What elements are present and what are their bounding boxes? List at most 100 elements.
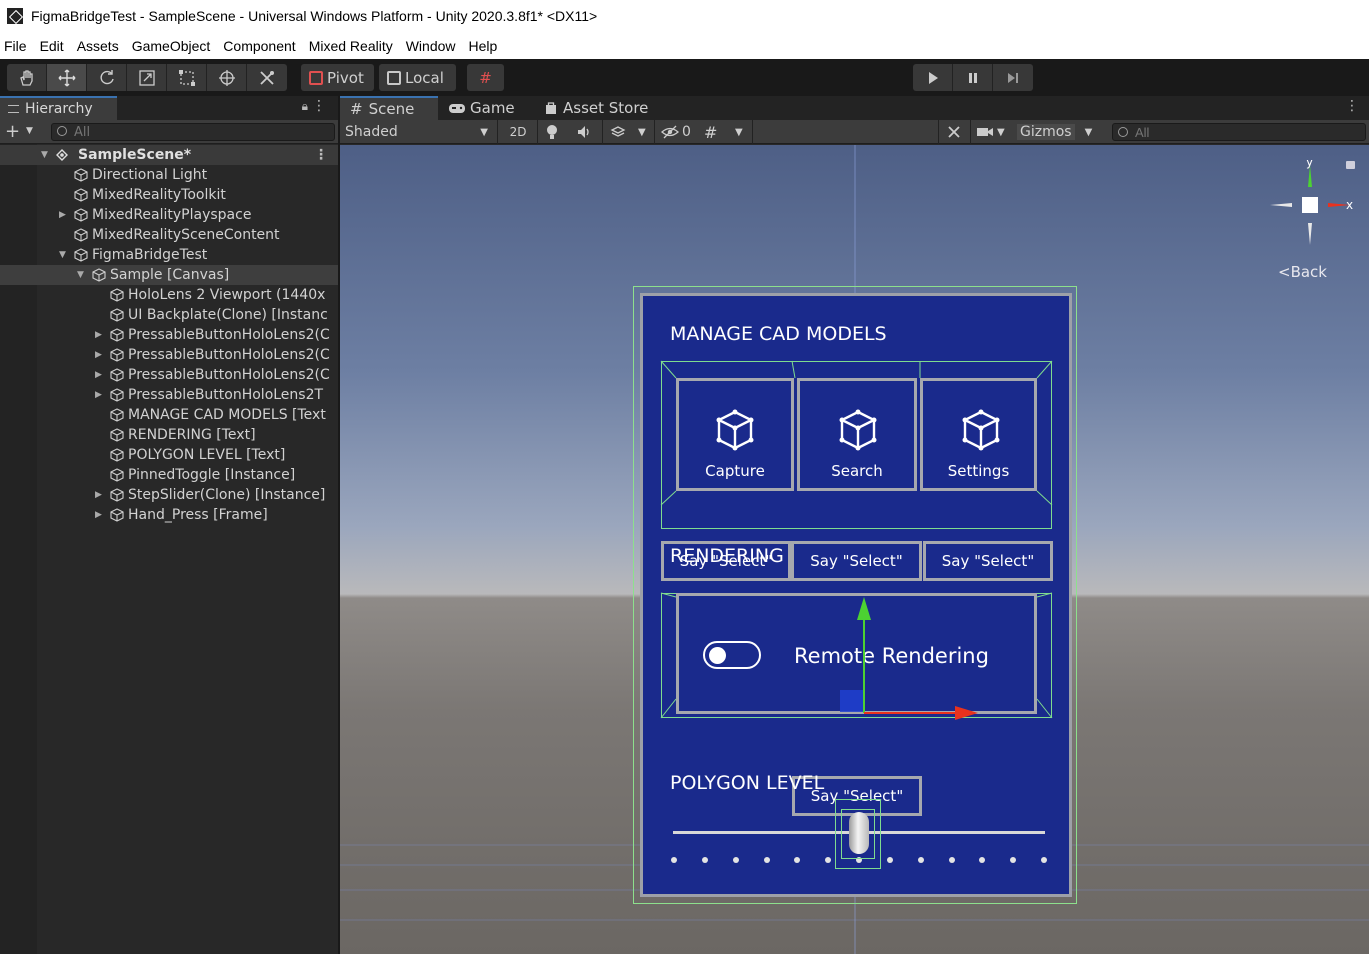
gizmo-neg-y-axis[interactable]	[1308, 223, 1312, 245]
toggle-2d-button[interactable]: 2D	[506, 122, 530, 142]
toggle-switch[interactable]	[703, 641, 761, 669]
hierarchy-item[interactable]: MixedRealityToolkit	[0, 185, 338, 205]
draw-mode-dropdown[interactable]: Shaded ▼	[345, 122, 490, 142]
tab-hierarchy[interactable]: Hierarchy	[0, 96, 117, 120]
hierarchy-search-input[interactable]	[51, 123, 335, 141]
hierarchy-item-label: MixedRealitySceneContent	[92, 227, 280, 243]
effects-dropdown[interactable]: ▼	[638, 122, 650, 142]
hierarchy-item[interactable]: Directional Light	[0, 165, 338, 185]
collapse-arrow-icon[interactable]: ▶	[95, 385, 102, 405]
expand-arrow-icon[interactable]: ▼	[77, 265, 84, 285]
menu-component[interactable]: Component	[223, 38, 295, 54]
scene-root-row[interactable]: ▼ SampleScene* ⋮	[0, 145, 338, 165]
menu-mixed-reality[interactable]: Mixed Reality	[309, 38, 393, 54]
settings-button[interactable]: Settings	[920, 378, 1037, 491]
hierarchy-item[interactable]: MANAGE CAD MODELS [Text	[0, 405, 338, 425]
expand-arrow-icon[interactable]: ▼	[59, 245, 66, 265]
hierarchy-item[interactable]: ▶ StepSlider(Clone) [Instance]	[0, 485, 338, 505]
search-icon	[1118, 127, 1128, 137]
menu-gameobject[interactable]: GameObject	[132, 38, 211, 54]
view-direction-label[interactable]: <Back	[1278, 263, 1327, 281]
hierarchy-item[interactable]: RENDERING [Text]	[0, 425, 338, 445]
hierarchy-item[interactable]: ▼ FigmaBridgeTest	[0, 245, 338, 265]
tab-scene[interactable]: # Scene	[340, 96, 438, 120]
hierarchy-item-label: Directional Light	[92, 167, 208, 183]
step-button[interactable]	[993, 64, 1033, 91]
gizmo-center[interactable]	[1302, 197, 1318, 213]
voice-hint-search: Say "Select"	[791, 541, 922, 581]
gamepad-icon	[449, 104, 465, 113]
tab-asset-store[interactable]: Asset Store	[534, 96, 664, 120]
capture-button[interactable]: Capture	[676, 378, 794, 491]
hierarchy-item-label: Sample [Canvas]	[110, 267, 230, 283]
hierarchy-item[interactable]: PinnedToggle [Instance]	[0, 465, 338, 485]
collapse-arrow-icon[interactable]: ▶	[95, 505, 102, 525]
hierarchy-item[interactable]: MixedRealitySceneContent	[0, 225, 338, 245]
hierarchy-item[interactable]: UI Backplate(Clone) [Instanc	[0, 305, 338, 325]
tab-game[interactable]: Game	[438, 96, 534, 120]
hierarchy-item[interactable]: ▶ MixedRealityPlayspace	[0, 205, 338, 225]
hierarchy-item[interactable]: ▼ Sample [Canvas]	[0, 265, 338, 285]
local-toggle[interactable]: Local	[379, 64, 456, 91]
play-button[interactable]	[913, 64, 953, 91]
window-title-bar: FigmaBridgeTest - SampleScene - Universa…	[0, 0, 1369, 32]
hand-tool-button[interactable]	[7, 64, 47, 91]
menu-window[interactable]: Window	[406, 38, 456, 54]
pause-button[interactable]	[953, 64, 993, 91]
menu-help[interactable]: Help	[469, 38, 498, 54]
audio-toggle[interactable]	[576, 122, 596, 142]
hierarchy-item[interactable]: ▶ PressableButtonHoloLens2(C	[0, 345, 338, 365]
expand-arrow-icon[interactable]: ▼	[41, 145, 48, 165]
gizmos-dropdown[interactable]: Gizmos ▼	[1017, 122, 1107, 142]
kebab-menu-icon[interactable]: ⋮	[312, 98, 326, 114]
search-button[interactable]: Search	[797, 378, 917, 491]
rotate-icon	[100, 69, 114, 84]
hierarchy-item[interactable]: ▶ PressableButtonHoloLens2(C	[0, 325, 338, 345]
gizmo-neg-x-axis[interactable]	[1270, 203, 1292, 207]
rotate-tool-button[interactable]	[87, 64, 127, 91]
scene-kebab-menu-icon[interactable]: ⋮	[1345, 98, 1359, 114]
scene-viewport[interactable]: y x <Back MANAGE CAD MODELS Capture Sear…	[340, 145, 1369, 954]
slider-thumb[interactable]	[849, 812, 869, 854]
pivot-toggle[interactable]: Pivot	[301, 64, 374, 91]
rect-tool-button[interactable]	[167, 64, 207, 91]
transform-tool-button[interactable]	[207, 64, 247, 91]
gameobject-cube-icon	[110, 428, 124, 442]
hierarchy-item[interactable]: ▶ PressableButtonHoloLens2(C	[0, 365, 338, 385]
chevron-down-icon[interactable]: ▼	[26, 126, 33, 136]
hierarchy-item[interactable]: HoloLens 2 Viewport (1440x	[0, 285, 338, 305]
collapse-arrow-icon[interactable]: ▶	[95, 345, 102, 365]
tools-toggle[interactable]	[946, 122, 966, 142]
gameobject-cube-icon	[110, 328, 124, 342]
orientation-gizmo[interactable]: y x	[1265, 160, 1355, 250]
grid-dropdown[interactable]: ▼	[735, 122, 747, 142]
collapse-arrow-icon[interactable]: ▶	[95, 485, 102, 505]
hierarchy-item[interactable]: ▶ PressableButtonHoloLens2T	[0, 385, 338, 405]
grid-toggle[interactable]: #	[704, 122, 724, 142]
collapse-arrow-icon[interactable]: ▶	[95, 365, 102, 385]
remote-rendering-toggle-button[interactable]: Remote Rendering	[676, 593, 1037, 714]
menu-assets[interactable]: Assets	[77, 38, 119, 54]
hierarchy-item[interactable]: POLYGON LEVEL [Text]	[0, 445, 338, 465]
menu-file[interactable]: File	[4, 38, 27, 54]
create-plus-icon[interactable]: +	[5, 121, 20, 142]
lighting-toggle[interactable]	[545, 122, 565, 142]
custom-tool-button[interactable]	[247, 64, 287, 91]
collapse-arrow-icon[interactable]: ▶	[59, 205, 66, 225]
move-tool-button[interactable]	[47, 64, 87, 91]
lock-icon[interactable]: 🔒︎	[302, 99, 308, 114]
hierarchy-item[interactable]: ▶ Hand_Press [Frame]	[0, 505, 338, 525]
window-title: FigmaBridgeTest - SampleScene - Universa…	[31, 8, 598, 24]
scene-search-input[interactable]	[1112, 123, 1366, 141]
scene-visibility-toggle[interactable]: 0	[661, 122, 695, 142]
collapse-arrow-icon[interactable]: ▶	[95, 325, 102, 345]
grid-snap-button[interactable]: #	[467, 64, 504, 91]
scene-kebab-icon[interactable]: ⋮	[314, 145, 328, 165]
scale-tool-button[interactable]	[127, 64, 167, 91]
menu-edit[interactable]: Edit	[40, 38, 64, 54]
effects-toggle[interactable]	[610, 122, 630, 142]
transform-gizmo-icon	[218, 69, 235, 86]
chevron-down-icon: ▼	[1084, 126, 1093, 138]
camera-settings-button[interactable]: ▼	[976, 122, 1012, 142]
gizmo-lock-icon[interactable]	[1346, 161, 1355, 169]
